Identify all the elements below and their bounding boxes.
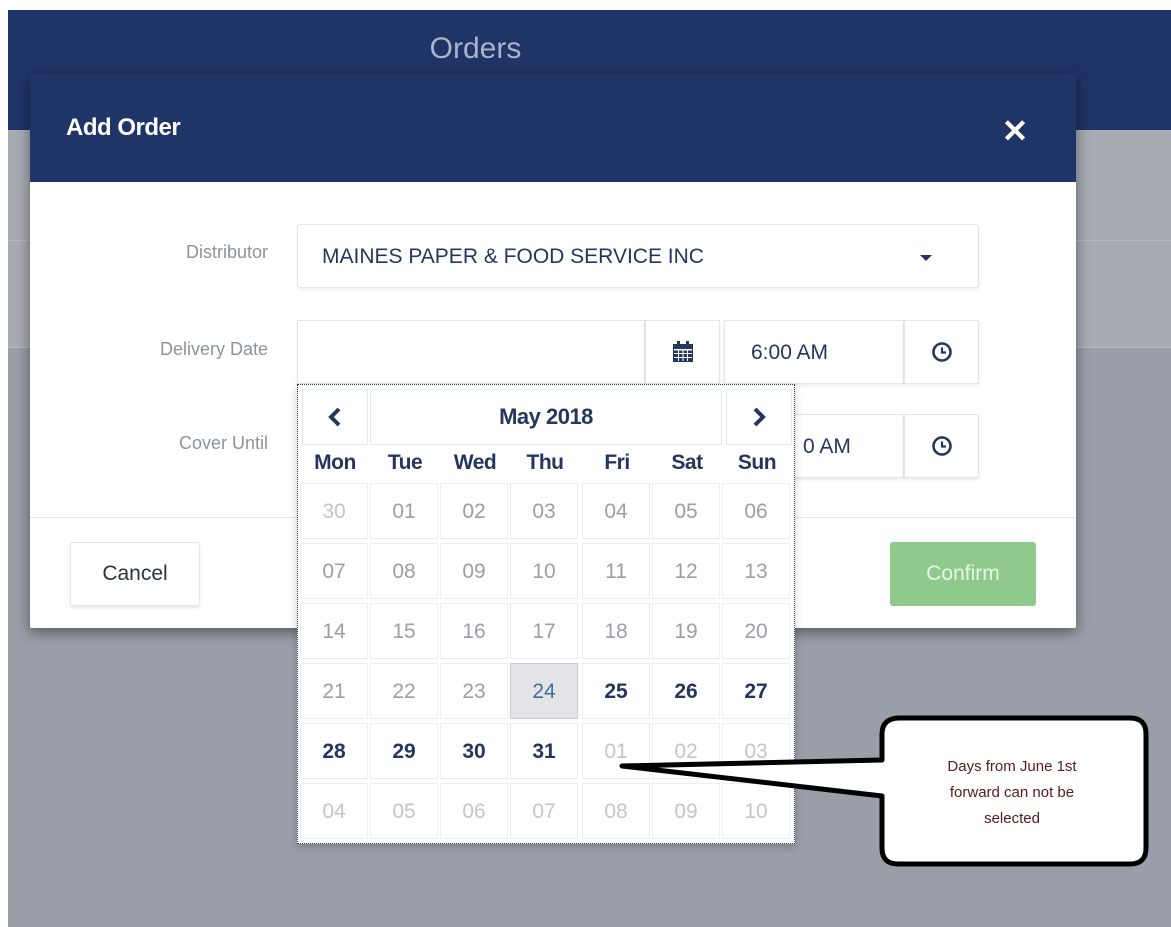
callout-line: Days from June 1st (947, 758, 1077, 775)
callout-line: forward can not be (949, 784, 1075, 801)
calendar-day: 10 (722, 783, 790, 839)
calendar-day: 14 (300, 603, 368, 659)
calendar-day: 21 (300, 663, 368, 719)
calendar-day: 17 (510, 603, 578, 659)
calendar-day: 08 (370, 543, 438, 599)
calendar-day: 12 (652, 543, 720, 599)
calendar-day: 15 (370, 603, 438, 659)
page-title: Orders (429, 32, 522, 65)
calendar-day: 13 (722, 543, 790, 599)
calendar-day: 09 (440, 543, 508, 599)
calendar-day: 05 (370, 783, 438, 839)
calendar-day: 10 (510, 543, 578, 599)
distributor-value: MAINES PAPER & FOOD SERVICE INC (322, 245, 704, 268)
cover-until-label: Cover Until (178, 433, 268, 453)
calendar-day[interactable]: 29 (370, 723, 438, 779)
calendar-day: 03 (510, 483, 578, 539)
confirm-button[interactable]: Confirm (890, 542, 1036, 606)
calendar-button[interactable] (645, 320, 720, 384)
calendar-day: 22 (370, 663, 438, 719)
calendar-day: 02 (652, 723, 720, 779)
calendar-day: 20 (722, 603, 790, 659)
distributor-label: Distributor (185, 242, 268, 262)
datepicker: May 2018 Mon Tue Wed Thu Fri Sat Sun 30 01 02 03 0… (297, 384, 795, 844)
weekday-label: Mon (314, 451, 356, 474)
chevron-left-icon (328, 407, 341, 427)
calendar-day[interactable]: 26 (652, 663, 720, 719)
calendar-day: 07 (300, 543, 368, 599)
cover-until-time-value: 0 AM (803, 435, 851, 458)
calendar-icon (672, 341, 693, 362)
weekday-label: Fri (604, 451, 630, 474)
weekday-label: Wed (453, 451, 497, 474)
calendar-day: 23 (440, 663, 508, 719)
weekday-label: Sun (737, 451, 777, 474)
delivery-time-button[interactable] (904, 320, 979, 384)
calendar-day: 09 (652, 783, 720, 839)
calendar-day: 04 (582, 483, 650, 539)
cancel-button[interactable]: Cancel (70, 542, 200, 606)
calendar-day[interactable]: 28 (300, 723, 368, 779)
distributor-select[interactable]: MAINES PAPER & FOOD SERVICE INC (297, 224, 979, 288)
delivery-date-label: Delivery Date (159, 339, 268, 359)
calendar-day: 02 (440, 483, 508, 539)
calendar-day: 06 (722, 483, 790, 539)
calendar-day: 30 (300, 483, 368, 539)
clock-icon (931, 342, 952, 362)
callout-line: selected (984, 810, 1040, 827)
weekday-label: Sat (671, 451, 703, 474)
clock-icon (931, 436, 952, 456)
callout-text: Days from June 1st forward can not be se… (896, 754, 1128, 832)
month-label[interactable]: May 2018 (370, 389, 722, 445)
calendar-day: 06 (440, 783, 508, 839)
calendar-day[interactable]: 30 (440, 723, 508, 779)
calendar-day[interactable]: 31 (510, 723, 578, 779)
next-month-button[interactable] (726, 389, 792, 445)
prev-month-button[interactable] (302, 389, 368, 445)
close-icon[interactable]: ✕ (1000, 115, 1030, 147)
calendar-day: 01 (582, 723, 650, 779)
calendar-day: 01 (370, 483, 438, 539)
calendar-day: 03 (722, 723, 790, 779)
delivery-time-input[interactable]: 6:00 AM (724, 320, 904, 384)
calendar-day: 16 (440, 603, 508, 659)
calendar-day[interactable]: 24 (510, 663, 578, 719)
weekday-label: Tue (387, 451, 423, 474)
delivery-date-input[interactable] (297, 320, 645, 384)
cover-until-time-button[interactable] (904, 414, 979, 478)
calendar-day: 11 (582, 543, 650, 599)
calendar-day: 07 (510, 783, 578, 839)
delivery-time-value: 6:00 AM (751, 341, 829, 364)
modal-title: Add Order (66, 114, 181, 141)
calendar-day: 18 (582, 603, 650, 659)
calendar-day[interactable]: 25 (582, 663, 650, 719)
modal-header: Add Order ✕ (30, 74, 1076, 182)
caret-down-icon (920, 255, 932, 261)
calendar-day[interactable]: 27 (722, 663, 790, 719)
chevron-right-icon (753, 407, 766, 427)
calendar-day: 05 (652, 483, 720, 539)
weekday-label: Thu (526, 451, 564, 474)
calendar-day: 08 (582, 783, 650, 839)
calendar-day: 19 (652, 603, 720, 659)
calendar-day: 04 (300, 783, 368, 839)
